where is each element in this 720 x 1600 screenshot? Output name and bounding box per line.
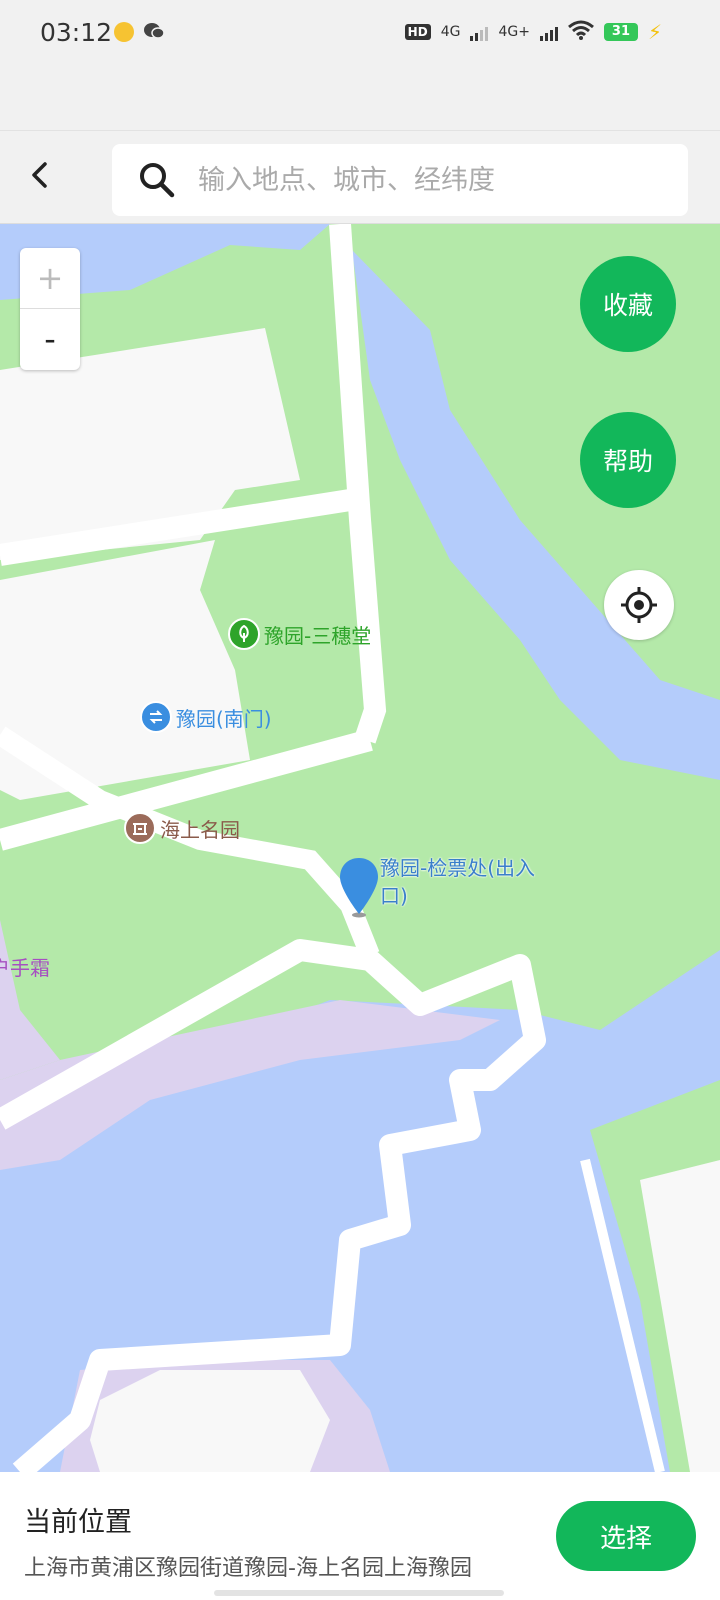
poi-label: 户手霜: [0, 956, 50, 980]
status-bar: 03:12 HD 4G 4G+ 31 ⚡: [0, 0, 720, 131]
status-time: 03:12: [40, 18, 113, 47]
search-box[interactable]: [112, 144, 688, 216]
selected-pin-label: 豫园-检票处(出入口): [380, 856, 536, 908]
bottom-sheet: 当前位置 上海市黄浦区豫园街道豫园-海上名园上海豫园 选择: [0, 1472, 720, 1600]
help-button[interactable]: 帮助: [580, 412, 676, 508]
gate-icon: [140, 701, 172, 733]
zoom-out-button[interactable]: -: [20, 309, 80, 369]
signal-icon-2: [539, 23, 558, 41]
chevron-left-icon: [32, 162, 47, 188]
poi-label: 海上名园: [160, 817, 240, 842]
poi-sansui-hall[interactable]: 豫园-三穗堂: [228, 618, 371, 650]
wechat-notification-icon: [143, 21, 165, 45]
landmark-icon: [124, 812, 156, 844]
wifi-icon: [567, 20, 594, 44]
poi-hand-cream[interactable]: 户手霜: [0, 952, 50, 981]
zoom-in-button[interactable]: +: [20, 248, 80, 309]
select-button[interactable]: 选择: [556, 1501, 696, 1571]
back-button[interactable]: [18, 153, 62, 197]
current-location-title: 当前位置: [24, 1507, 132, 1538]
locate-button[interactable]: [604, 570, 674, 640]
favorite-button[interactable]: 收藏: [580, 256, 676, 352]
current-location-address: 上海市黄浦区豫园街道豫园-海上名园上海豫园: [24, 1556, 472, 1581]
home-indicator: [214, 1590, 504, 1596]
poi-famous-garden[interactable]: 海上名园: [124, 812, 240, 844]
map-view[interactable]: + - 收藏 帮助 豫园-三穗堂 豫园(南门) 海上名园 户手霜 豫园-检票处(…: [0, 224, 720, 1472]
search-icon: [140, 163, 175, 198]
poi-south-gate[interactable]: 豫园(南门): [140, 701, 272, 733]
battery-icon: 31: [603, 23, 638, 41]
zoom-control: + -: [20, 248, 80, 370]
network-label-1: 4G: [440, 24, 461, 40]
charging-icon: ⚡: [647, 20, 662, 44]
crosshair-icon: [621, 587, 657, 623]
poi-label: 豫园-三穗堂: [264, 623, 372, 648]
emoji-notification-icon: [114, 22, 134, 42]
map-base: [0, 224, 720, 1472]
search-toolbar: [0, 131, 720, 224]
map-pin-icon: [340, 858, 378, 918]
tree-icon: [228, 618, 260, 650]
network-label-2: 4G+: [498, 24, 530, 40]
search-input[interactable]: [196, 163, 660, 197]
signal-icon-1: [470, 23, 489, 41]
status-indicators: HD 4G 4G+ 31 ⚡: [404, 20, 662, 44]
poi-label: 豫园(南门): [176, 706, 272, 731]
hd-badge: HD: [404, 24, 431, 40]
